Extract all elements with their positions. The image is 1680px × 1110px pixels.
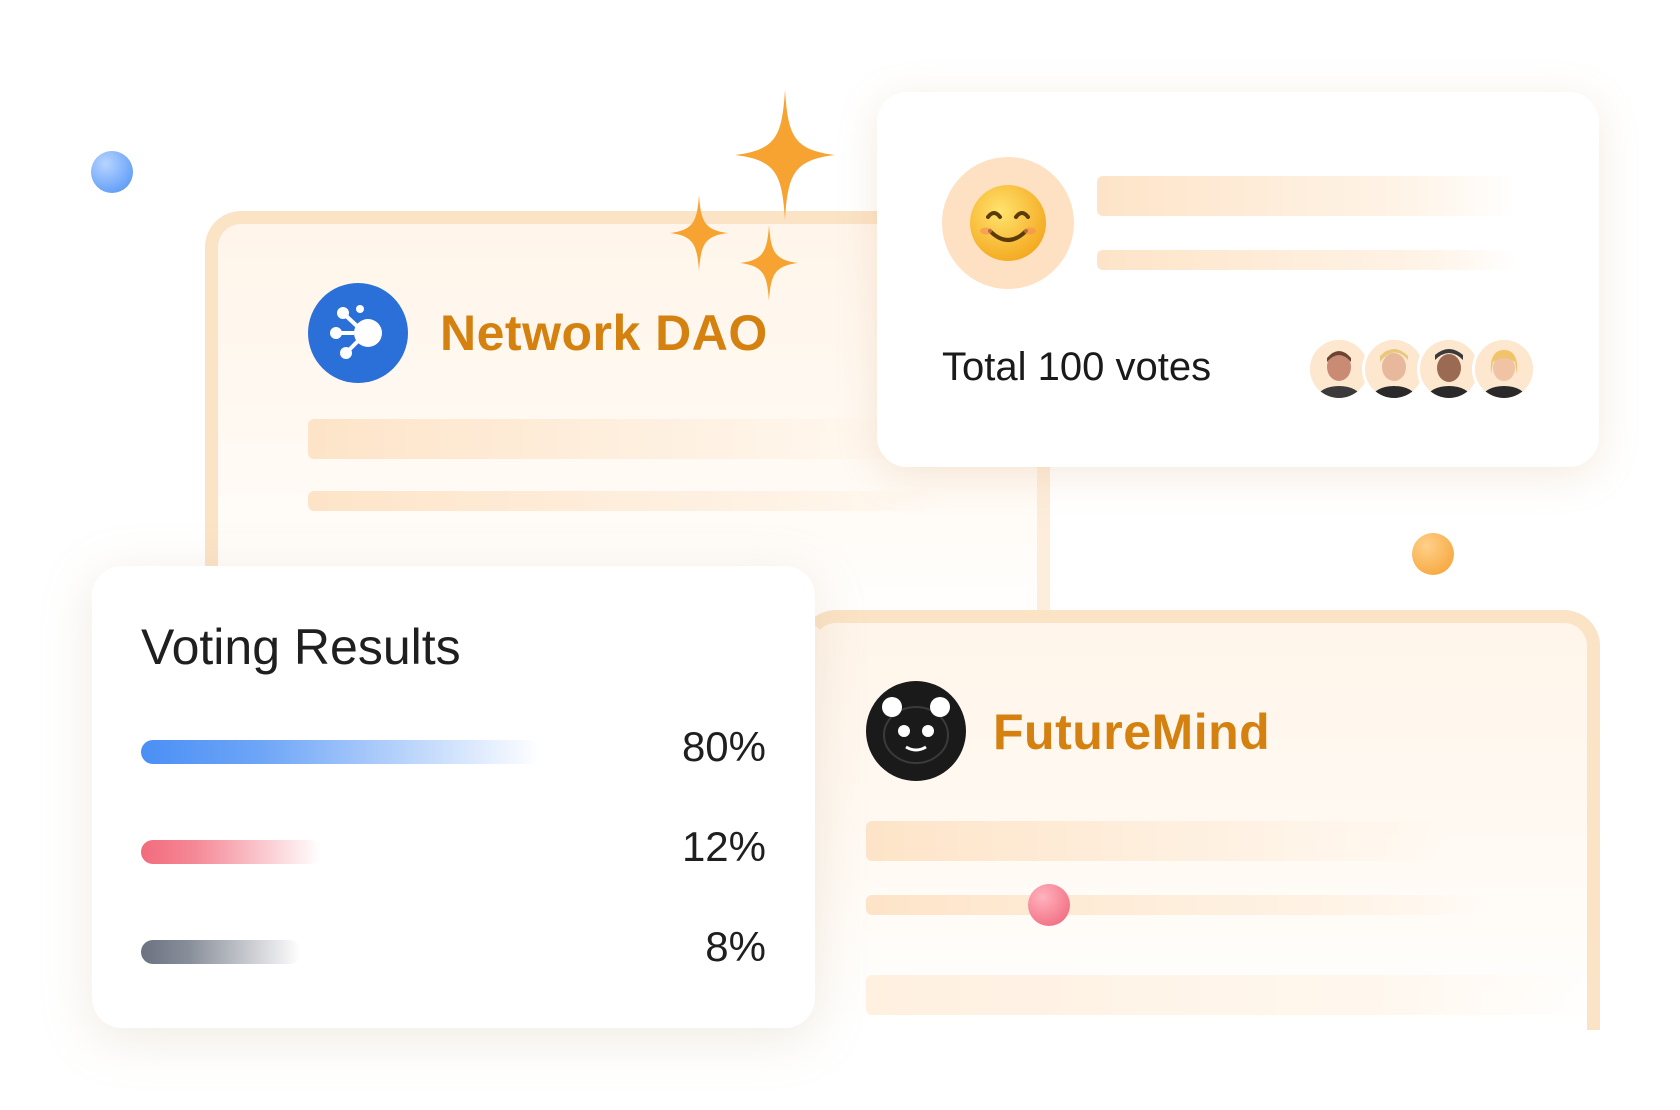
total-votes-label: Total 100 votes [942,345,1212,389]
futuremind-card[interactable]: FutureMind [800,610,1600,1030]
sparkle-icon [740,225,798,301]
result-percent: 80% [681,723,766,770]
person-avatar-icon [1475,340,1533,398]
network-nodes-icon [330,305,382,359]
result-row: 8% [141,923,766,973]
voting-results-title: Voting Results [141,619,461,675]
panda-icon [882,697,950,764]
person-avatar-icon [1420,340,1478,398]
result-bar [141,940,301,964]
placeholder-line [308,419,928,459]
result-percent: 8% [705,923,766,970]
orange-dot-decoration [1412,533,1454,575]
result-row: 80% [141,723,766,773]
smile-emoji-badge [942,157,1074,289]
network-dao-name: Network DAO [440,305,768,361]
sparkle-icon [735,90,835,220]
blue-dot-decoration [91,151,133,193]
placeholder-line [1097,250,1517,270]
person-avatar-icon [1310,340,1368,398]
placeholder-line [866,895,1486,915]
placeholder-line [866,975,1586,1015]
placeholder-line [1097,176,1517,216]
result-bar [141,740,541,764]
futuremind-name: FutureMind [993,704,1271,760]
vote-summary-card[interactable]: Total 100 votes [877,92,1599,467]
voter-avatar [1472,337,1536,401]
placeholder-line [308,491,948,511]
result-percent: 12% [681,823,766,870]
result-row: 12% [141,823,766,873]
placeholder-line [866,821,1446,861]
futuremind-logo [866,681,966,781]
person-avatar-icon [1365,340,1423,398]
result-bar [141,840,321,864]
pink-dot-decoration [1028,884,1070,926]
network-dao-logo [308,283,408,383]
sparkle-icon [670,195,728,271]
voting-results-card: Voting Results 80% 12% 8% [92,566,815,1028]
smile-emoji-icon [970,185,1046,261]
